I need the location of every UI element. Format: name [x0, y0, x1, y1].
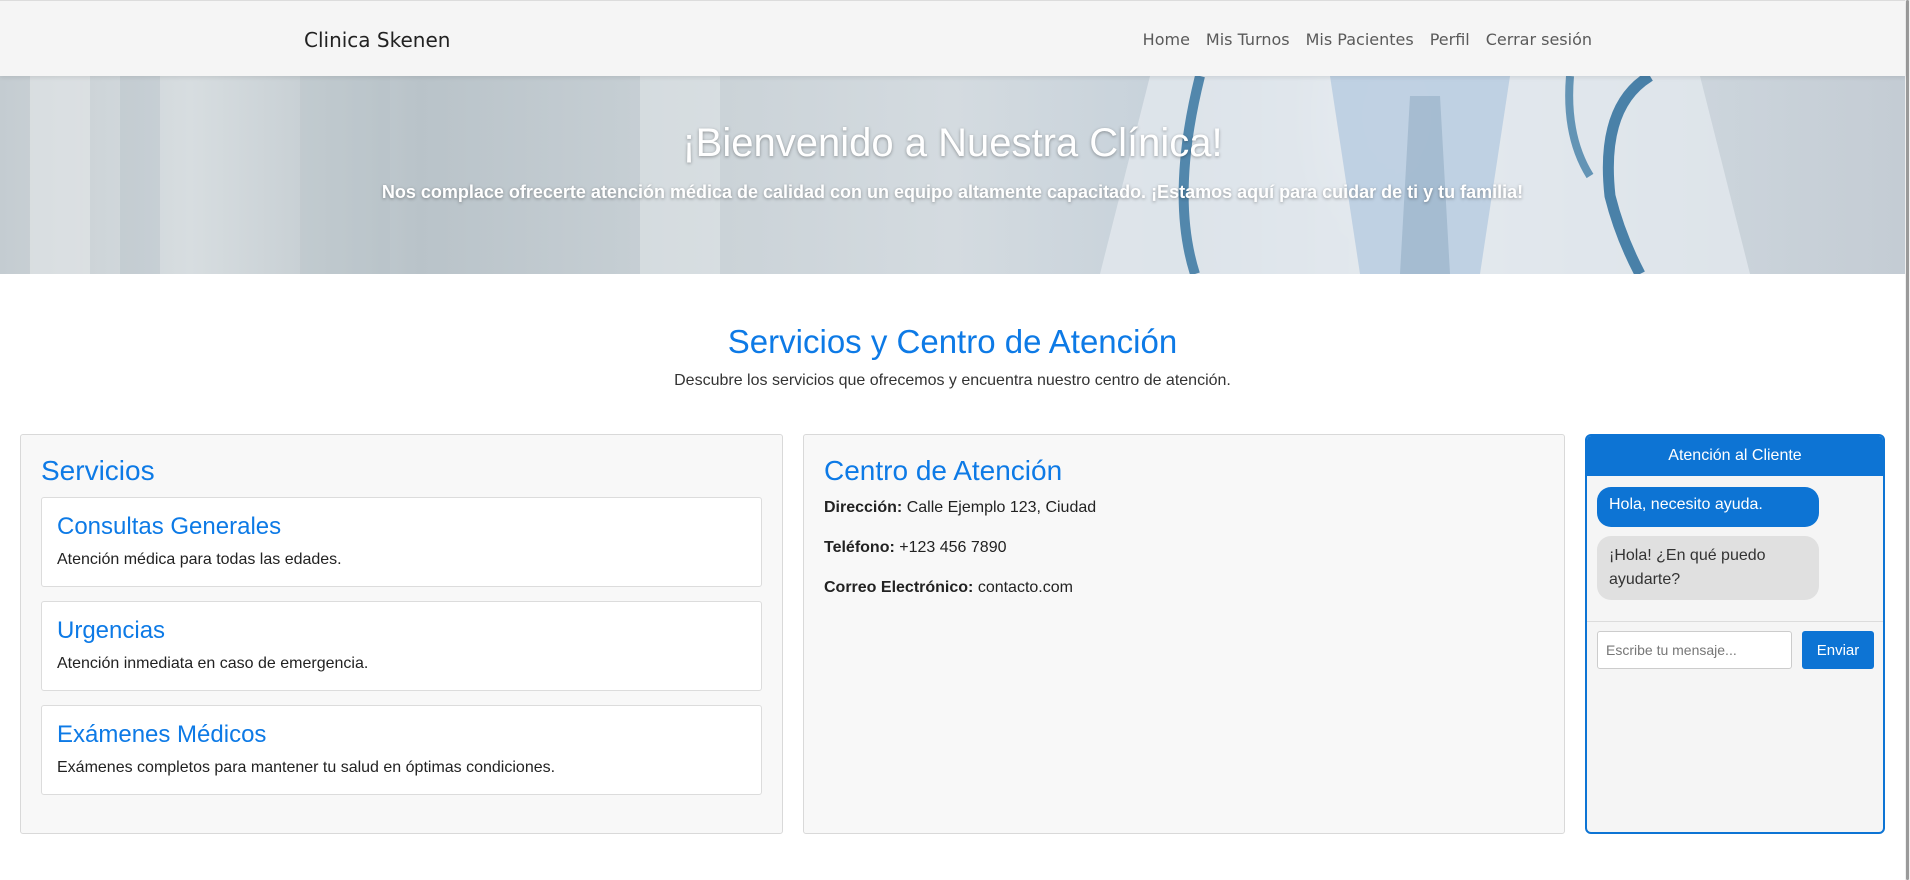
attention-center-panel: Centro de Atención Dirección: Calle Ejem…	[803, 434, 1565, 834]
service-name: Urgencias	[57, 617, 166, 644]
user-message-bubble: Hola, necesito ayuda.	[1597, 487, 1819, 527]
page-scrollbar[interactable]	[1905, 0, 1910, 880]
nav-mis-turnos-link[interactable]: Mis Turnos	[1206, 30, 1290, 49]
chat-message-input[interactable]	[1597, 631, 1792, 669]
scrollbar-thumb[interactable]	[1906, 0, 1909, 880]
phone-label: Teléfono:	[824, 539, 895, 556]
section-description: Descubre los servicios que ofrecemos y e…	[674, 372, 1231, 389]
service-description: Atención médica para todas las edades.	[57, 551, 342, 568]
nav-mis-pacientes-link[interactable]: Mis Pacientes	[1306, 30, 1414, 49]
service-name: Consultas Generales	[57, 513, 282, 540]
nav-perfil-link[interactable]: Perfil	[1430, 30, 1470, 49]
hero-subtitle: Nos complace ofrecerte atención médica d…	[381, 182, 1524, 202]
service-name: Exámenes Médicos	[57, 721, 267, 748]
address-line: Dirección: Calle Ejemplo 123, Ciudad	[824, 499, 1096, 517]
send-button[interactable]: Enviar	[1802, 631, 1874, 669]
service-description: Atención inmediata en caso de emergencia…	[57, 655, 369, 672]
bot-message-bubble: ¡Hola! ¿En qué puedo ayudarte?	[1597, 536, 1819, 600]
top-navbar: Clinica Skenen Home Mis Turnos Mis Pacie…	[0, 0, 1905, 76]
hero-banner: ¡Bienvenido a Nuestra Clínica! Nos compl…	[0, 76, 1905, 274]
services-panel: Servicios Consultas Generales Atención m…	[20, 434, 783, 834]
address-label: Dirección:	[824, 499, 903, 516]
nav-cerrar-sesion-link[interactable]: Cerrar sesión	[1486, 30, 1592, 49]
service-description: Exámenes completos para mantener tu salu…	[57, 759, 556, 776]
email-line: Correo Electrónico: contacto.com	[824, 579, 1073, 597]
nav-links: Home Mis Turnos Mis Pacientes Perfil Cer…	[1143, 30, 1592, 49]
service-card: Urgencias Atención inmediata en caso de …	[41, 601, 762, 691]
nav-home-link[interactable]: Home	[1143, 30, 1190, 49]
phone-value: +123 456 7890	[899, 539, 1007, 556]
chat-divider	[1587, 621, 1883, 622]
doctor-background-image	[30, 76, 1750, 274]
email-value: contacto.com	[977, 579, 1073, 596]
customer-service-chat: Atención al Cliente Hola, necesito ayuda…	[1585, 434, 1885, 834]
email-label: Correo Electrónico:	[824, 579, 974, 596]
section-title: Servicios y Centro de Atención	[727, 323, 1178, 360]
address-value: Calle Ejemplo 123, Ciudad	[906, 499, 1097, 516]
brand-link[interactable]: Clinica Skenen	[304, 28, 450, 52]
chat-header: Atención al Cliente	[1587, 436, 1883, 476]
services-title: Servicios	[41, 455, 155, 486]
hero-title: ¡Bienvenido a Nuestra Clínica!	[682, 121, 1223, 165]
service-card: Consultas Generales Atención médica para…	[41, 497, 762, 587]
service-card: Exámenes Médicos Exámenes completos para…	[41, 705, 762, 795]
phone-line: Teléfono: +123 456 7890	[824, 539, 1006, 557]
attention-center-title: Centro de Atención	[824, 455, 1063, 486]
